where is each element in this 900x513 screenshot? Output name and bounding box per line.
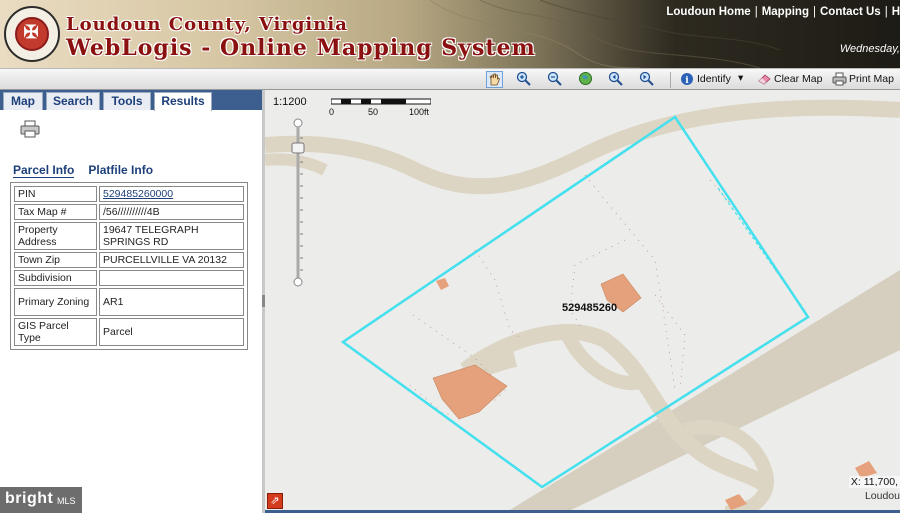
- row-value-tax-map: /56//////////4B: [99, 204, 244, 220]
- header-links: Loudoun Home | Mapping | Contact Us | H: [666, 6, 900, 18]
- result-subtabs: Parcel Info Platfile Info: [13, 163, 153, 178]
- watermark-brand: bright: [5, 490, 54, 507]
- row-value-parcel-type: Parcel: [99, 318, 244, 346]
- panel-tabs: Map Search Tools Results: [0, 90, 262, 111]
- row-key-pin: PIN: [14, 186, 97, 202]
- bright-mls-watermark: bright MLS: [0, 487, 82, 513]
- zoom-in-icon[interactable]: [516, 71, 533, 88]
- dropdown-arrow-icon[interactable]: ▾: [738, 72, 743, 84]
- full-extent-icon[interactable]: [578, 71, 595, 88]
- print-results-icon[interactable]: [20, 120, 40, 138]
- watermark-suffix: MLS: [57, 496, 76, 506]
- header-banner: ✠ Loudoun County, Virginia WebLogis - On…: [0, 0, 900, 68]
- toolbar-divider: [670, 72, 671, 88]
- printer-icon[interactable]: [832, 72, 847, 86]
- row-value-address: 19647 TELEGRAPH SPRINGS RD: [99, 222, 244, 250]
- subtab-platfile-info[interactable]: Platfile Info: [88, 163, 153, 177]
- date-text: Wednesday,: [839, 43, 900, 55]
- row-key-address: Property Address: [14, 222, 97, 250]
- svg-text:i: i: [685, 76, 689, 86]
- map-coordinates: X: 11,700,: [848, 476, 900, 488]
- scale-label-0: 0: [329, 107, 335, 117]
- scale-bar: 0 50 100ft: [329, 98, 431, 117]
- row-key-zoning: Primary Zoning: [14, 288, 97, 316]
- row-value-subdivision: [99, 270, 244, 286]
- zoom-slider[interactable]: [291, 118, 305, 288]
- table-row: Tax Map # /56//////////4B: [14, 204, 244, 220]
- zoom-out-icon[interactable]: [547, 71, 564, 88]
- row-key-town-zip: Town Zip: [14, 252, 97, 268]
- table-row: GIS Parcel Type Parcel: [14, 318, 244, 346]
- table-row: Primary Zoning AR1: [14, 288, 244, 316]
- row-value-zoning: AR1: [99, 288, 244, 316]
- print-map-button[interactable]: Print Map: [849, 73, 894, 85]
- county-seal-logo[interactable]: ✠: [4, 6, 60, 62]
- row-key-subdivision: Subdivision: [14, 270, 97, 286]
- map-canvas[interactable]: 1:1200 0 50 100ft 529485260 X: 11,700, L…: [265, 90, 900, 513]
- map-scale-ratio: 1:1200: [273, 96, 307, 108]
- info-icon[interactable]: i: [680, 72, 694, 86]
- expand-map-icon[interactable]: ⇗: [267, 493, 283, 509]
- table-row: Property Address 19647 TELEGRAPH SPRINGS…: [14, 222, 244, 250]
- map-coordinates-sub: Loudou: [864, 490, 900, 502]
- map-toolbar: i Identify ▾ Clear Map Print Map: [0, 68, 900, 90]
- tab-results[interactable]: Results: [154, 92, 212, 111]
- link-contact-us[interactable]: Contact Us: [820, 6, 881, 18]
- tab-tools[interactable]: Tools: [103, 92, 151, 110]
- subtab-parcel-info[interactable]: Parcel Info: [13, 163, 75, 178]
- left-panel: Map Search Tools Results Parcel Info Plat…: [0, 90, 262, 513]
- tab-map[interactable]: Map: [3, 92, 43, 110]
- site-title-app: WebLogis - Online Mapping System: [66, 35, 536, 61]
- row-key-tax-map: Tax Map #: [14, 204, 97, 220]
- table-row: Town Zip PURCELLVILLE VA 20132: [14, 252, 244, 268]
- scale-label-50: 50: [368, 107, 379, 117]
- identify-button[interactable]: Identify: [697, 73, 731, 85]
- link-help[interactable]: H: [892, 6, 900, 18]
- pan-icon[interactable]: [486, 71, 503, 88]
- scale-label-100ft: 100ft: [409, 107, 430, 117]
- row-key-parcel-type: GIS Parcel Type: [14, 318, 97, 346]
- eraser-icon[interactable]: [757, 72, 772, 86]
- row-value-town-zip: PURCELLVILLE VA 20132: [99, 252, 244, 268]
- clear-map-button[interactable]: Clear Map: [774, 73, 822, 85]
- tab-search[interactable]: Search: [46, 92, 100, 110]
- zoom-next-icon[interactable]: [639, 71, 656, 88]
- pin-link[interactable]: 529485260000: [99, 186, 244, 202]
- zoom-previous-icon[interactable]: [608, 71, 625, 88]
- table-row: Subdivision: [14, 270, 244, 286]
- table-row: PIN 529485260000: [14, 186, 244, 202]
- site-title-county: Loudoun County, Virginia: [66, 14, 348, 35]
- link-loudoun-home[interactable]: Loudoun Home: [666, 6, 750, 18]
- parcel-info-table: PIN 529485260000 Tax Map # /56//////////…: [10, 182, 248, 350]
- parcel-pin-label: 529485260: [562, 302, 618, 314]
- link-mapping[interactable]: Mapping: [762, 6, 809, 18]
